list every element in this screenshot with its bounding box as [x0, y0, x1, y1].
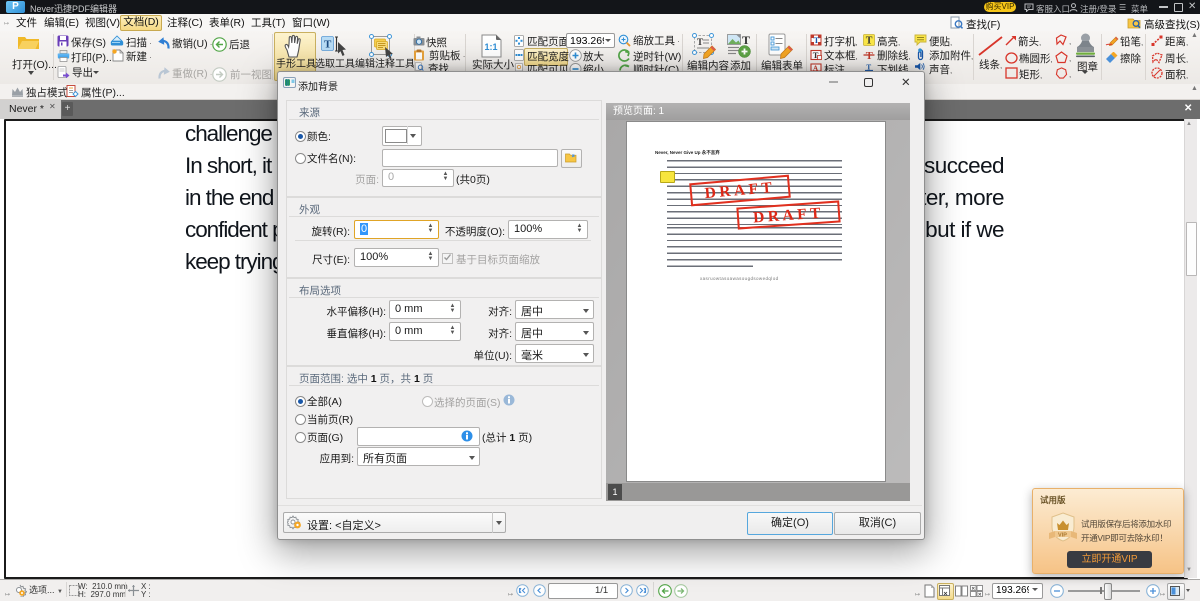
svg-text:T: T	[866, 63, 871, 71]
svg-text:T: T	[697, 37, 703, 47]
svg-text:T: T	[866, 36, 873, 46]
svg-text:T: T	[866, 51, 873, 61]
svg-text:T: T	[742, 34, 750, 47]
svg-text:T: T	[814, 35, 820, 45]
svg-text:VIP: VIP	[1058, 533, 1067, 539]
svg-text:T: T	[324, 39, 332, 51]
svg-text:1:1: 1:1	[485, 42, 498, 52]
